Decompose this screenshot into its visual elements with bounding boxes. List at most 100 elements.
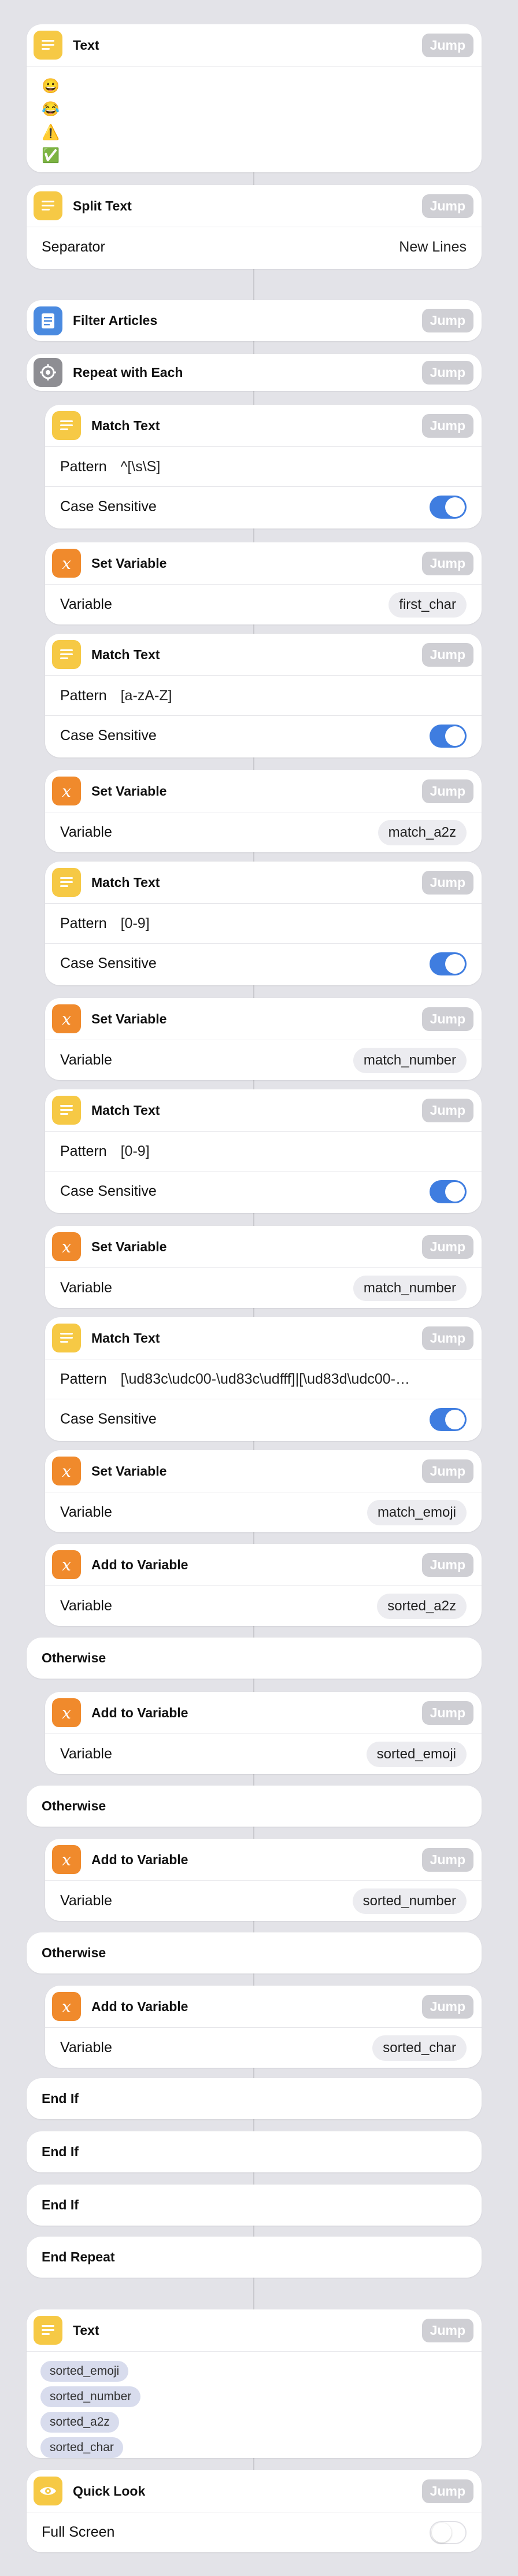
end-if-card[interactable]: End If <box>27 2131 482 2172</box>
variable-icon: x <box>52 1232 81 1261</box>
text-action-card[interactable]: Text Jump sorted_emoji sorted_number sor… <box>27 2309 482 2458</box>
jump-button[interactable]: Jump <box>421 2479 473 2503</box>
jump-button[interactable]: Jump <box>421 360 473 385</box>
quick-look-card[interactable]: Quick Look Jump Full Screen <box>27 2470 482 2552</box>
jump-button[interactable]: Jump <box>421 870 473 895</box>
variable-name-pill[interactable]: first_char <box>388 592 467 618</box>
case-sensitive-toggle[interactable] <box>430 1407 467 1431</box>
variable-name-pill[interactable]: sorted_emoji <box>366 1741 467 1767</box>
variable-label: Variable <box>60 824 112 840</box>
set-variable-header: x Set Variable Jump <box>45 998 482 1040</box>
add-to-variable-card[interactable]: x Add to Variable Jump Variable sorted_n… <box>45 1839 482 1921</box>
jump-button[interactable]: Jump <box>421 33 473 57</box>
full-screen-toggle[interactable] <box>430 2520 467 2544</box>
add-to-variable-header: x Add to Variable Jump <box>45 1986 482 2028</box>
action-title: End Repeat <box>42 2249 115 2264</box>
pattern-row[interactable]: Pattern [a-zA-Z] <box>45 676 482 716</box>
pattern-value[interactable]: ^[\s\S] <box>121 459 467 475</box>
split-text-card[interactable]: Split Text Jump Separator New Lines <box>27 185 482 269</box>
pattern-row[interactable]: Pattern ^[\s\S] <box>45 447 482 487</box>
action-title: Set Variable <box>91 555 167 571</box>
variable-row: Variable match_number <box>45 1040 482 1080</box>
variable-token[interactable]: sorted_number <box>40 2386 141 2407</box>
repeat-each-card[interactable]: Repeat with Each Jump <box>27 354 482 391</box>
otherwise-card[interactable]: Otherwise <box>27 1638 482 1679</box>
variable-name-pill[interactable]: sorted_number <box>352 1888 467 1914</box>
variable-name-pill[interactable]: match_a2z <box>378 819 467 845</box>
text-action-card[interactable]: Text Jump 😀 😂 ⚠️ ✅ 👀👀 <box>27 24 482 172</box>
match-text-card[interactable]: Match Text Jump Pattern [a-zA-Z] Case Se… <box>45 634 482 757</box>
jump-button[interactable]: Jump <box>421 551 473 575</box>
variable-token[interactable]: sorted_char <box>40 2437 123 2458</box>
action-title: Match Text <box>91 1330 160 1346</box>
text-content[interactable]: sorted_emoji sorted_number sorted_a2z so… <box>27 2352 482 2458</box>
action-title: Quick Look <box>73 2483 146 2499</box>
add-to-variable-card[interactable]: x Add to Variable Jump Variable sorted_c… <box>45 1986 482 2068</box>
end-repeat-card[interactable]: End Repeat <box>27 2237 482 2278</box>
jump-button[interactable]: Jump <box>421 1235 473 1259</box>
end-if-card[interactable]: End If <box>27 2078 482 2119</box>
match-text-header: Match Text Jump <box>45 634 482 676</box>
case-sensitive-row: Case Sensitive <box>45 1399 482 1439</box>
variable-name-pill[interactable]: match_number <box>353 1047 467 1073</box>
match-text-card[interactable]: Match Text Jump Pattern [\ud83c\udc00-\u… <box>45 1317 482 1441</box>
jump-button[interactable]: Jump <box>421 194 473 218</box>
jump-button[interactable]: Jump <box>421 1701 473 1725</box>
pattern-row[interactable]: Pattern [0-9] <box>45 1132 482 1171</box>
jump-button[interactable]: Jump <box>421 413 473 438</box>
emoji-line: 😂 <box>42 101 60 117</box>
jump-button[interactable]: Jump <box>421 1459 473 1483</box>
add-to-variable-header: x Add to Variable Jump <box>45 1839 482 1881</box>
jump-button[interactable]: Jump <box>421 1098 473 1122</box>
set-variable-card[interactable]: x Set Variable Jump Variable match_emoji <box>45 1450 482 1532</box>
set-variable-card[interactable]: x Set Variable Jump Variable match_numbe… <box>45 998 482 1080</box>
match-text-card[interactable]: Match Text Jump Pattern ^[\s\S] Case Sen… <box>45 405 482 528</box>
case-sensitive-toggle[interactable] <box>430 1180 467 1203</box>
match-text-card[interactable]: Match Text Jump Pattern [0-9] Case Sensi… <box>45 862 482 985</box>
end-if-card[interactable]: End If <box>27 2185 482 2226</box>
pattern-row[interactable]: Pattern [0-9] <box>45 904 482 944</box>
quick-look-header: Quick Look Jump <box>27 2470 482 2512</box>
jump-button[interactable]: Jump <box>421 642 473 667</box>
jump-button[interactable]: Jump <box>421 779 473 803</box>
jump-button[interactable]: Jump <box>421 1326 473 1350</box>
set-variable-card[interactable]: x Set Variable Jump Variable match_a2z <box>45 770 482 852</box>
case-sensitive-toggle[interactable] <box>430 724 467 748</box>
action-title: Match Text <box>91 646 160 662</box>
pattern-row[interactable]: Pattern [\ud83c\udc00-\ud83c\udfff]|[\ud… <box>45 1359 482 1399</box>
case-sensitive-row: Case Sensitive <box>45 487 482 527</box>
jump-button[interactable]: Jump <box>421 1847 473 1872</box>
emoji-line: 👀👀 <box>42 167 467 172</box>
set-variable-card[interactable]: x Set Variable Jump Variable match_numbe… <box>45 1226 482 1308</box>
text-icon <box>52 411 81 440</box>
separator-row[interactable]: Separator New Lines <box>27 227 482 267</box>
otherwise-card[interactable]: Otherwise <box>27 1786 482 1827</box>
variable-name-pill[interactable]: sorted_char <box>372 2035 467 2061</box>
add-to-variable-card[interactable]: x Add to Variable Jump Variable sorted_a… <box>45 1544 482 1626</box>
pattern-value[interactable]: [0-9] <box>121 1143 467 1160</box>
jump-button[interactable]: Jump <box>421 1994 473 2019</box>
filter-articles-card[interactable]: Filter Articles Jump <box>27 300 482 341</box>
otherwise-card[interactable]: Otherwise <box>27 1932 482 1973</box>
text-content[interactable]: 😀 😂 ⚠️ ✅ 👀👀 <box>27 66 482 172</box>
variable-name-pill[interactable]: match_emoji <box>367 1499 467 1525</box>
match-text-card[interactable]: Match Text Jump Pattern [0-9] Case Sensi… <box>45 1089 482 1213</box>
action-title: Otherwise <box>42 1945 106 1960</box>
variable-token[interactable]: sorted_a2z <box>40 2412 119 2433</box>
variable-name-pill[interactable]: match_number <box>353 1275 467 1301</box>
variable-token[interactable]: sorted_emoji <box>40 2361 129 2382</box>
jump-button[interactable]: Jump <box>421 1553 473 1577</box>
jump-button[interactable]: Jump <box>421 1007 473 1031</box>
jump-button[interactable]: Jump <box>421 2318 473 2342</box>
variable-name-pill[interactable]: sorted_a2z <box>377 1593 467 1619</box>
pattern-value[interactable]: [\ud83c\udc00-\ud83c\udfff]|[\ud83d\udc0… <box>121 1371 467 1388</box>
pattern-value[interactable]: [a-zA-Z] <box>121 688 467 704</box>
separator-value[interactable]: New Lines <box>399 239 467 256</box>
jump-button[interactable]: Jump <box>421 309 473 332</box>
add-to-variable-card[interactable]: x Add to Variable Jump Variable sorted_e… <box>45 1692 482 1774</box>
emoji-line: ⚠️ <box>42 124 60 141</box>
case-sensitive-toggle[interactable] <box>430 495 467 519</box>
set-variable-card[interactable]: x Set Variable Jump Variable first_char <box>45 542 482 624</box>
pattern-value[interactable]: [0-9] <box>121 915 467 932</box>
case-sensitive-toggle[interactable] <box>430 952 467 975</box>
